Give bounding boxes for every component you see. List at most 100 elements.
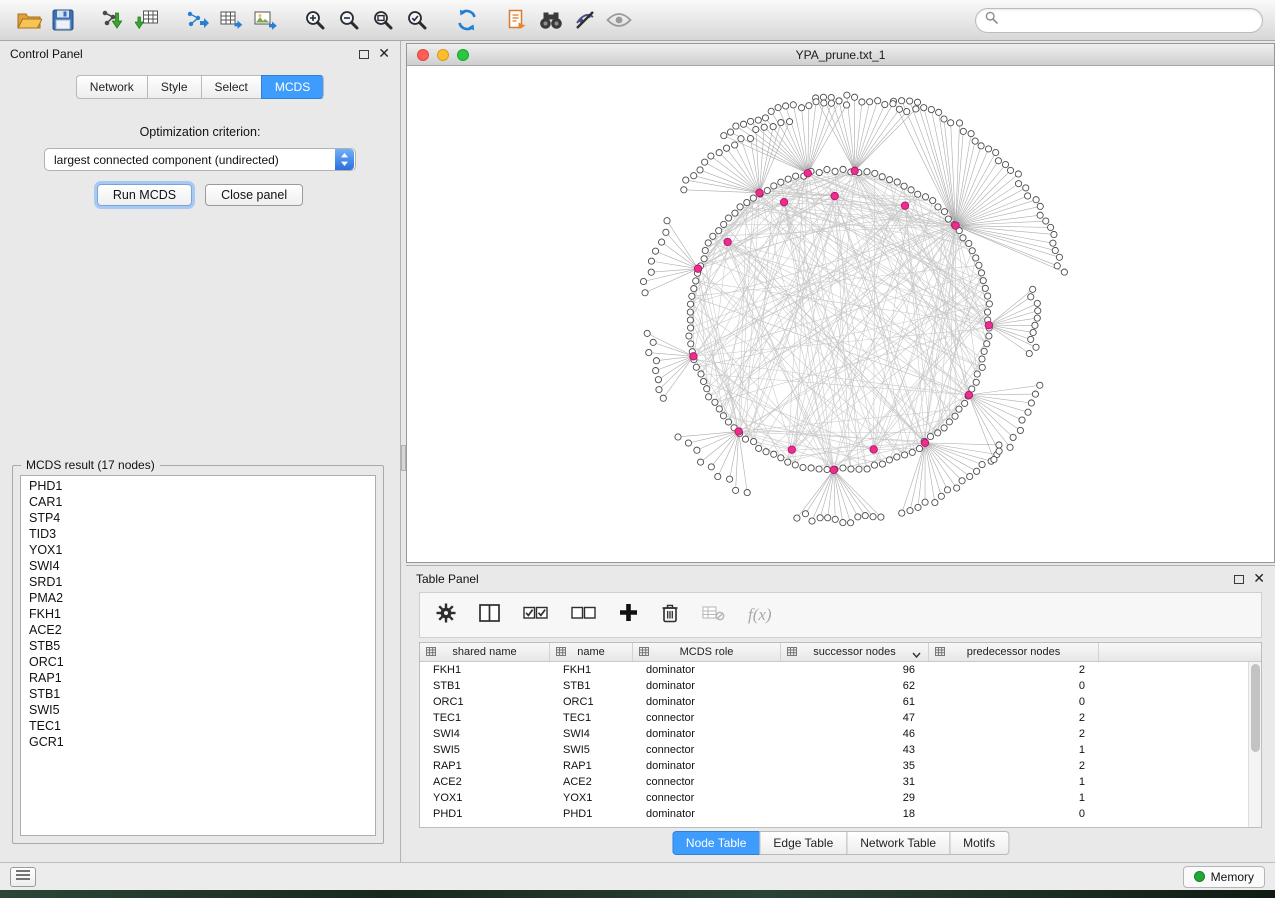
result-item[interactable]: YOX1 — [21, 542, 375, 558]
tab-edge-table[interactable]: Edge Table — [759, 831, 846, 855]
table-cell: ORC1 — [550, 694, 633, 710]
import-table-button[interactable] — [130, 4, 164, 36]
optimization-criterion-select[interactable]: largest connected component (undirected) — [44, 148, 356, 171]
table-row[interactable]: FKH1FKH1dominator962 — [420, 662, 1248, 678]
export-network-button[interactable] — [180, 4, 214, 36]
network-frame-titlebar[interactable]: YPA_prune.txt_1 — [407, 44, 1274, 66]
table-row[interactable]: SWI4SWI4dominator462 — [420, 726, 1248, 742]
delete-column-button[interactable] — [661, 603, 679, 628]
sort-descending-icon[interactable] — [912, 649, 921, 661]
close-table-panel-icon[interactable]: ✕ — [1253, 572, 1265, 586]
search-box[interactable] — [975, 8, 1263, 33]
control-panel-title: Control Panel — [10, 47, 83, 61]
table-cell: 96 — [781, 662, 929, 678]
select-all-button[interactable] — [523, 606, 548, 625]
table-row[interactable]: ACE2ACE2connector311 — [420, 774, 1248, 790]
result-item[interactable]: STP4 — [21, 510, 375, 526]
table-row[interactable]: STB1STB1dominator620 — [420, 678, 1248, 694]
tab-motifs[interactable]: Motifs — [949, 831, 1009, 855]
close-panel-icon[interactable]: ✕ — [378, 47, 390, 61]
table-row[interactable]: ORC1ORC1dominator610 — [420, 694, 1248, 710]
frame-maximize-icon[interactable] — [457, 49, 469, 61]
table-row[interactable]: PHD1PHD1dominator180 — [420, 806, 1248, 822]
zoom-in-button[interactable] — [298, 4, 332, 36]
table-row[interactable]: RAP1RAP1dominator352 — [420, 758, 1248, 774]
table-scrollbar[interactable] — [1248, 662, 1261, 827]
scrollbar-thumb[interactable] — [1251, 664, 1260, 752]
float-panel-icon[interactable] — [359, 50, 369, 59]
save-session-button[interactable] — [46, 4, 80, 36]
table-row[interactable]: YOX1YOX1connector291 — [420, 790, 1248, 806]
result-item[interactable]: CAR1 — [21, 494, 375, 510]
network-canvas[interactable] — [407, 66, 1274, 562]
result-item[interactable]: FKH1 — [21, 606, 375, 622]
search-input[interactable] — [1003, 13, 1253, 27]
column-label: predecessor nodes — [967, 646, 1061, 658]
column-header[interactable]: predecessor nodes — [929, 643, 1099, 661]
column-header[interactable]: name — [550, 643, 633, 661]
clone-network-button[interactable] — [500, 4, 534, 36]
export-image-button[interactable] — [248, 4, 282, 36]
tab-mcds[interactable]: MCDS — [261, 75, 324, 99]
table-cell: connector — [633, 790, 781, 806]
add-column-button[interactable] — [619, 603, 638, 627]
table-row[interactable]: SWI5SWI5connector431 — [420, 742, 1248, 758]
mcds-result-list[interactable]: PHD1CAR1STP4TID3YOX1SWI4SRD1PMA2FKH1ACE2… — [20, 475, 376, 836]
table-cell: YOX1 — [550, 790, 633, 806]
column-header[interactable]: shared name — [420, 643, 550, 661]
deselect-all-button[interactable] — [571, 606, 596, 625]
zoom-selected-icon — [406, 9, 428, 31]
table-body: FKH1FKH1dominator962STB1STB1dominator620… — [420, 662, 1248, 827]
close-panel-button[interactable]: Close panel — [205, 184, 303, 206]
column-type-icon — [556, 647, 566, 659]
result-item[interactable]: STB5 — [21, 638, 375, 654]
result-item[interactable]: GCR1 — [21, 734, 375, 750]
result-item[interactable]: ACE2 — [21, 622, 375, 638]
frame-minimize-icon[interactable] — [437, 49, 449, 61]
table-cell: connector — [633, 774, 781, 790]
network-graph-svg[interactable] — [407, 66, 1274, 562]
result-item[interactable]: PMA2 — [21, 590, 375, 606]
first-neighbors-button[interactable] — [534, 4, 568, 36]
zoom-fit-button[interactable] — [366, 4, 400, 36]
show-columns-button[interactable] — [479, 604, 500, 627]
column-header[interactable]: successor nodes — [781, 643, 929, 661]
float-table-panel-icon[interactable] — [1234, 575, 1244, 584]
table-disabled-icon — [702, 605, 725, 626]
column-type-icon — [639, 647, 649, 659]
column-header-filler — [1099, 643, 1261, 661]
apply-layout-button[interactable] — [450, 4, 484, 36]
table-row[interactable]: TEC1TEC1connector472 — [420, 710, 1248, 726]
result-item[interactable]: SWI5 — [21, 702, 375, 718]
tab-style[interactable]: Style — [147, 75, 201, 99]
result-item[interactable]: SRD1 — [21, 574, 375, 590]
result-item[interactable]: STB1 — [21, 686, 375, 702]
result-item[interactable]: TEC1 — [21, 718, 375, 734]
import-network-button[interactable] — [96, 4, 130, 36]
table-cell: ORC1 — [420, 694, 550, 710]
zoom-out-button[interactable] — [332, 4, 366, 36]
table-settings-button[interactable] — [436, 603, 456, 628]
memory-button[interactable]: Memory — [1183, 866, 1265, 888]
graphics-details-button[interactable] — [568, 4, 602, 36]
save-icon — [52, 9, 74, 31]
hide-selected-button[interactable] — [602, 4, 636, 36]
column-header[interactable]: MCDS role — [633, 643, 781, 661]
tab-select[interactable]: Select — [201, 75, 261, 99]
result-item[interactable]: ORC1 — [21, 654, 375, 670]
export-table-button[interactable] — [214, 4, 248, 36]
tab-network[interactable]: Network — [76, 75, 147, 99]
zoom-selected-button[interactable] — [400, 4, 434, 36]
result-item[interactable]: RAP1 — [21, 670, 375, 686]
tab-network-table[interactable]: Network Table — [846, 831, 949, 855]
frame-close-icon[interactable] — [417, 49, 429, 61]
result-item[interactable]: PHD1 — [21, 478, 375, 494]
task-history-button[interactable] — [10, 867, 36, 887]
table-cell: 18 — [781, 806, 929, 822]
result-item[interactable]: TID3 — [21, 526, 375, 542]
open-folder-button[interactable] — [12, 4, 46, 36]
run-mcds-button[interactable]: Run MCDS — [97, 184, 192, 206]
tab-node-table[interactable]: Node Table — [672, 831, 760, 855]
table-cell: 0 — [929, 678, 1099, 694]
result-item[interactable]: SWI4 — [21, 558, 375, 574]
